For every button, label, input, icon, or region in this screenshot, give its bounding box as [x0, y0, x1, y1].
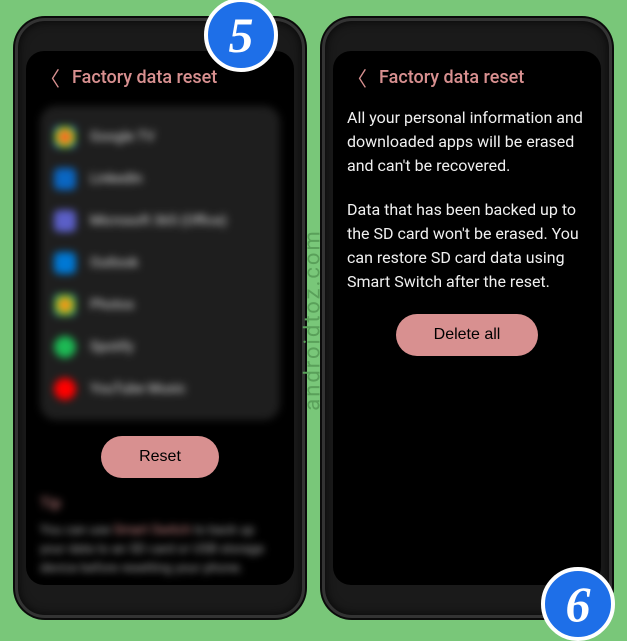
- app-name: Photos: [90, 297, 134, 313]
- app-name: Microsoft 365 (Office): [90, 213, 227, 229]
- app-name: YouTube Music: [90, 381, 186, 397]
- microsoft-icon: [54, 210, 76, 232]
- step-badge-6: 6: [541, 567, 615, 641]
- page-title: Factory data reset: [379, 67, 524, 88]
- youtube-music-icon: [54, 378, 76, 400]
- list-item: LinkedIn: [40, 158, 280, 200]
- step-badge-5: 5: [204, 0, 278, 72]
- delete-all-button[interactable]: Delete all: [396, 314, 539, 356]
- tip-highlight: Smart Switch: [113, 523, 190, 538]
- list-item: YouTube Music: [40, 368, 280, 410]
- linkedin-icon: [54, 168, 76, 190]
- list-item: Photos: [40, 284, 280, 326]
- app-name: Google TV: [90, 129, 155, 145]
- screen-step5: 〈 Factory data reset Google TV LinkedIn …: [26, 51, 294, 585]
- google-tv-icon: [54, 126, 76, 148]
- outlook-icon: [54, 252, 76, 274]
- phone-frame-step5: 〈 Factory data reset Google TV LinkedIn …: [15, 18, 305, 618]
- photos-icon: [54, 294, 76, 316]
- app-name: LinkedIn: [90, 171, 143, 187]
- list-item: Google TV: [40, 116, 280, 158]
- reset-button[interactable]: Reset: [101, 436, 219, 478]
- tip-text-before: You can use: [40, 523, 113, 538]
- tip-text: You can use Smart Switch to back up your…: [40, 522, 280, 579]
- header: 〈 Factory data reset: [347, 63, 587, 92]
- warning-paragraph-1: All your personal information and downlo…: [347, 106, 587, 178]
- tip-title: Tip: [40, 494, 280, 512]
- page-title: Factory data reset: [72, 67, 217, 88]
- list-item: Outlook: [40, 242, 280, 284]
- phone-frame-step6: 〈 Factory data reset All your personal i…: [322, 18, 612, 618]
- back-icon[interactable]: 〈: [347, 63, 367, 92]
- app-name: Spotify: [90, 339, 134, 355]
- list-item: Microsoft 365 (Office): [40, 200, 280, 242]
- watermark-text: androidtoz.com: [301, 229, 326, 411]
- screen-step6: 〈 Factory data reset All your personal i…: [333, 51, 601, 585]
- app-list-blurred: Google TV LinkedIn Microsoft 365 (Office…: [40, 106, 280, 420]
- warning-paragraph-2: Data that has been backed up to the SD c…: [347, 198, 587, 294]
- back-icon[interactable]: 〈: [40, 63, 60, 92]
- app-name: Outlook: [90, 255, 138, 271]
- tip-section: Tip You can use Smart Switch to back up …: [40, 494, 280, 579]
- spotify-icon: [54, 336, 76, 358]
- list-item: Spotify: [40, 326, 280, 368]
